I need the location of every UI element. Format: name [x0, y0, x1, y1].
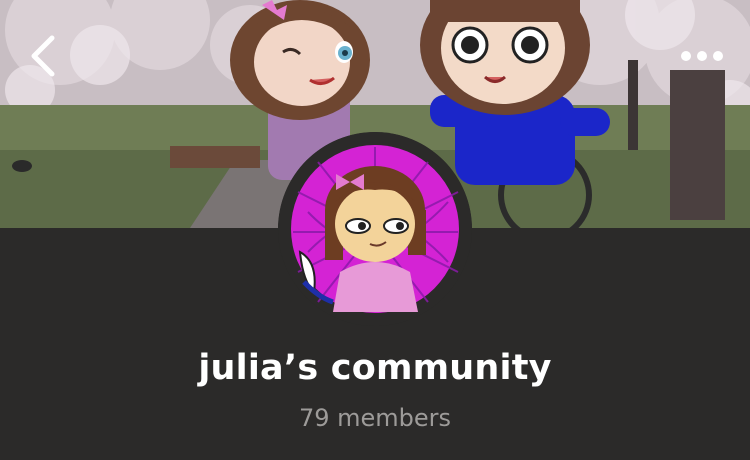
member-count: 79 members — [298, 404, 452, 432]
back-button[interactable] — [22, 30, 70, 82]
chevron-left-icon — [31, 35, 55, 77]
community-avatar[interactable] — [278, 132, 472, 326]
more-options-button[interactable] — [672, 38, 732, 74]
more-horizontal-icon — [681, 51, 723, 61]
community-name: julia’s community — [198, 348, 552, 388]
